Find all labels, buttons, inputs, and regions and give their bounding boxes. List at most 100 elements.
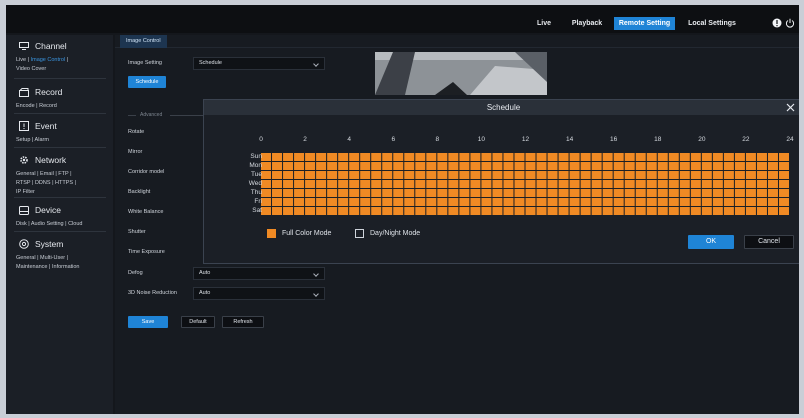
- schedule-cell[interactable]: [756, 207, 767, 215]
- schedule-cell[interactable]: [360, 153, 371, 161]
- schedule-cell[interactable]: [503, 162, 514, 170]
- schedule-cell[interactable]: [767, 180, 778, 188]
- schedule-cell[interactable]: [602, 207, 613, 215]
- schedule-cell[interactable]: [767, 171, 778, 179]
- schedule-cell[interactable]: [646, 180, 657, 188]
- schedule-cell[interactable]: [646, 162, 657, 170]
- schedule-cell[interactable]: [734, 171, 745, 179]
- link-video-cover[interactable]: Video Cover: [16, 65, 113, 74]
- schedule-cell[interactable]: [547, 180, 558, 188]
- schedule-cell[interactable]: [503, 153, 514, 161]
- schedule-cell[interactable]: [294, 198, 305, 206]
- schedule-cell[interactable]: [690, 198, 701, 206]
- schedule-cell[interactable]: [591, 153, 602, 161]
- schedule-cell[interactable]: [602, 171, 613, 179]
- schedule-cell[interactable]: [404, 198, 415, 206]
- schedule-cell[interactable]: [580, 189, 591, 197]
- schedule-cell[interactable]: [492, 198, 503, 206]
- sidebar-item-channel[interactable]: Channel: [6, 39, 113, 53]
- schedule-cell[interactable]: [492, 207, 503, 215]
- schedule-cell[interactable]: [294, 153, 305, 161]
- schedule-cell[interactable]: [305, 189, 316, 197]
- schedule-cell[interactable]: [536, 162, 547, 170]
- schedule-cell[interactable]: [734, 189, 745, 197]
- schedule-cell[interactable]: [723, 189, 734, 197]
- schedule-cell[interactable]: [525, 153, 536, 161]
- schedule-cell[interactable]: [316, 153, 327, 161]
- schedule-cell[interactable]: [305, 180, 316, 188]
- schedule-cell[interactable]: [646, 171, 657, 179]
- schedule-cell[interactable]: [734, 162, 745, 170]
- schedule-cell[interactable]: [349, 189, 360, 197]
- schedule-cell[interactable]: [712, 171, 723, 179]
- schedule-cell[interactable]: [778, 180, 789, 188]
- schedule-cell[interactable]: [294, 207, 305, 215]
- schedule-cell[interactable]: [338, 198, 349, 206]
- schedule-cell[interactable]: [371, 180, 382, 188]
- schedule-cell[interactable]: [349, 171, 360, 179]
- schedule-cell[interactable]: [558, 207, 569, 215]
- schedule-cell[interactable]: [624, 171, 635, 179]
- schedule-cell[interactable]: [701, 207, 712, 215]
- schedule-cell[interactable]: [360, 198, 371, 206]
- schedule-cell[interactable]: [316, 171, 327, 179]
- schedule-cell[interactable]: [679, 171, 690, 179]
- schedule-cell[interactable]: [679, 207, 690, 215]
- schedule-cell[interactable]: [723, 162, 734, 170]
- schedule-cell[interactable]: [756, 171, 767, 179]
- nav-remote-setting[interactable]: Remote Setting: [614, 17, 675, 30]
- schedule-cell[interactable]: [327, 207, 338, 215]
- schedule-cell[interactable]: [283, 198, 294, 206]
- schedule-cell[interactable]: [547, 153, 558, 161]
- schedule-cell[interactable]: [470, 162, 481, 170]
- schedule-cell[interactable]: [635, 171, 646, 179]
- schedule-cell[interactable]: [360, 189, 371, 197]
- schedule-cell[interactable]: [569, 171, 580, 179]
- schedule-cell[interactable]: [679, 180, 690, 188]
- schedule-cell[interactable]: [514, 162, 525, 170]
- schedule-cell[interactable]: [316, 180, 327, 188]
- schedule-cell[interactable]: [393, 207, 404, 215]
- schedule-cell[interactable]: [635, 162, 646, 170]
- schedule-cell[interactable]: [778, 171, 789, 179]
- schedule-cell[interactable]: [657, 180, 668, 188]
- schedule-cell[interactable]: [360, 207, 371, 215]
- schedule-cell[interactable]: [668, 207, 679, 215]
- schedule-cell[interactable]: [580, 198, 591, 206]
- schedule-cell[interactable]: [470, 171, 481, 179]
- schedule-cell[interactable]: [767, 207, 778, 215]
- schedule-cell[interactable]: [272, 198, 283, 206]
- link-general-multi-user[interactable]: General | Multi-User |: [16, 254, 113, 263]
- schedule-cell[interactable]: [591, 207, 602, 215]
- schedule-cell[interactable]: [294, 180, 305, 188]
- schedule-cell[interactable]: [492, 189, 503, 197]
- schedule-cell[interactable]: [283, 180, 294, 188]
- schedule-cell[interactable]: [327, 189, 338, 197]
- schedule-cell[interactable]: [767, 198, 778, 206]
- schedule-cell[interactable]: [712, 180, 723, 188]
- schedule-cell[interactable]: [261, 171, 272, 179]
- day-night-swatch[interactable]: [355, 229, 364, 238]
- schedule-cell[interactable]: [657, 207, 668, 215]
- schedule-cell[interactable]: [283, 153, 294, 161]
- schedule-cell[interactable]: [261, 180, 272, 188]
- schedule-cell[interactable]: [327, 153, 338, 161]
- sidebar-item-system[interactable]: System: [6, 237, 113, 251]
- schedule-cell[interactable]: [459, 180, 470, 188]
- schedule-cell[interactable]: [426, 162, 437, 170]
- schedule-cell[interactable]: [448, 171, 459, 179]
- schedule-cell[interactable]: [591, 171, 602, 179]
- schedule-cell[interactable]: [657, 171, 668, 179]
- schedule-cell[interactable]: [525, 198, 536, 206]
- schedule-cell[interactable]: [723, 198, 734, 206]
- schedule-cell[interactable]: [701, 189, 712, 197]
- sidebar-item-device[interactable]: Device: [6, 203, 113, 217]
- schedule-cell[interactable]: [459, 207, 470, 215]
- image-setting-select[interactable]: Schedule: [193, 57, 325, 70]
- schedule-cell[interactable]: [613, 189, 624, 197]
- schedule-cell[interactable]: [448, 189, 459, 197]
- schedule-cell[interactable]: [602, 153, 613, 161]
- schedule-cell[interactable]: [536, 171, 547, 179]
- sidebar-item-record[interactable]: Record: [6, 85, 113, 99]
- schedule-cell[interactable]: [690, 189, 701, 197]
